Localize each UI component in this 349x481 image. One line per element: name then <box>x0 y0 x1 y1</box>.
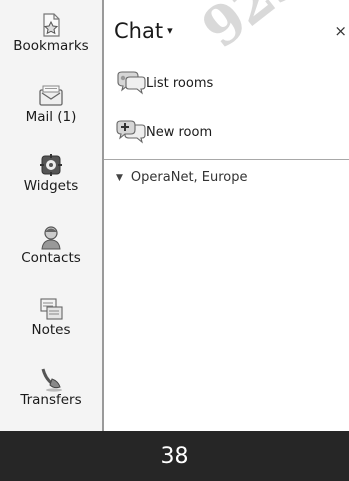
sidebar-item-mail[interactable]: Mail (1) <box>0 83 102 125</box>
notes-icon <box>40 298 63 320</box>
chat-panel: Chat ▾ × List rooms New room ▼ OperaNet, … <box>104 0 349 431</box>
sidebar-item-transfers[interactable]: Transfers <box>0 366 102 408</box>
expand-triangle-icon[interactable]: ▼ <box>116 173 123 183</box>
sidebar-item-widgets[interactable]: Widgets <box>0 152 102 194</box>
toolbar-divider <box>104 159 349 160</box>
list-rooms-icon <box>117 71 146 95</box>
new-room-label: New room <box>146 124 213 140</box>
list-rooms-label: List rooms <box>146 75 214 91</box>
sidebar-item-label: Notes <box>31 322 71 338</box>
contacts-icon <box>41 226 61 250</box>
chat-panel-title[interactable]: Chat ▾ <box>114 18 173 44</box>
sidebar-item-label: Mail (1) <box>25 109 77 125</box>
close-icon[interactable]: × <box>334 22 347 40</box>
network-label: OperaNet, Europe <box>130 170 248 185</box>
widgets-icon <box>40 154 62 176</box>
sidebar-item-label: Contacts <box>21 250 81 266</box>
new-room-icon <box>116 120 146 144</box>
bookmarks-icon <box>43 13 60 37</box>
page-footer: 38 <box>0 431 349 481</box>
panel-sidebar: Bookmarks Mail (1) Widgets Contacts Note… <box>0 0 104 431</box>
panel-title-text: Chat <box>114 19 164 43</box>
sidebar-item-label: Widgets <box>23 178 79 194</box>
page-number: 38 <box>160 443 189 469</box>
sidebar-item-contacts[interactable]: Contacts <box>0 224 102 266</box>
mail-icon <box>39 85 63 106</box>
new-room-button[interactable]: New room <box>116 119 212 145</box>
sidebar-item-label: Bookmarks <box>13 38 89 54</box>
list-rooms-button[interactable]: List rooms <box>116 70 213 96</box>
opera-panel-window: Bookmarks Mail (1) Widgets Contacts Note… <box>0 0 349 431</box>
sidebar-item-label: Transfers <box>20 392 82 408</box>
sidebar-item-notes[interactable]: Notes <box>0 296 102 338</box>
sidebar-item-bookmarks[interactable]: Bookmarks <box>0 12 102 54</box>
tree-item-network[interactable]: ▼ OperaNet, Europe <box>116 170 248 185</box>
chevron-down-icon: ▾ <box>167 24 173 37</box>
transfers-icon <box>41 368 62 392</box>
